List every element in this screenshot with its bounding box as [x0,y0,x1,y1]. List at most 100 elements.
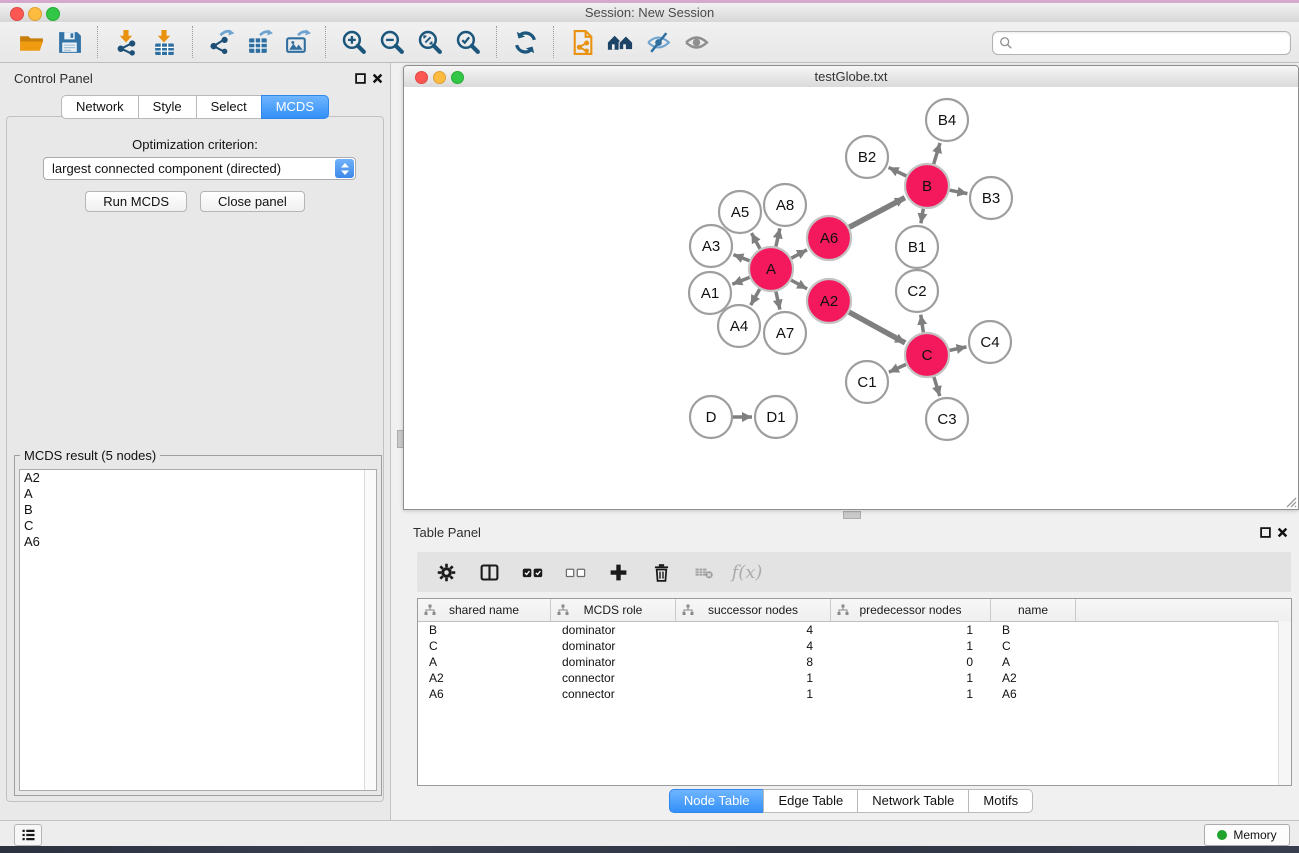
graph-node-A1[interactable]: A1 [689,272,731,314]
delete-row-button[interactable] [648,559,674,585]
column-header-filler [1076,599,1291,621]
table-cell: dominator [551,639,676,653]
dropdown-stepper-icon [335,159,354,178]
export-table-button[interactable] [240,25,278,59]
toolbar-separator [325,26,326,58]
graph-node-D1[interactable]: D1 [755,396,797,438]
table-close-icon[interactable] [1277,527,1288,538]
result-list-item[interactable]: A [20,486,376,502]
graph-node-B2[interactable]: B2 [846,136,888,178]
refresh-button[interactable] [506,25,544,59]
criterion-dropdown[interactable]: largest connected component (directed) [43,157,356,180]
graph-node-D[interactable]: D [690,396,732,438]
close-panel-button[interactable]: Close panel [200,191,305,212]
table-float-icon[interactable] [1260,527,1271,538]
table-cell: 1 [831,639,991,653]
svg-text:A: A [766,261,776,278]
graph-edge-A-A4 [751,289,760,305]
graph-edge-A-A5 [752,233,761,249]
graph-node-A4[interactable]: A4 [718,305,760,347]
column-header-shared-name[interactable]: shared name [418,599,551,621]
graph-node-C[interactable]: C [905,333,949,377]
mcds-result-title: MCDS result (5 nodes) [20,448,160,463]
memory-button[interactable]: Memory [1204,824,1290,846]
hide-annotations-button[interactable] [639,25,677,59]
graph-node-A2[interactable]: A2 [807,279,851,323]
network-document-button[interactable] [563,25,601,59]
delete-table-icon [694,562,715,583]
column-header-MCDS-role[interactable]: MCDS role [551,599,676,621]
zoom-fit-button[interactable] [411,25,449,59]
svg-text:C1: C1 [857,374,876,391]
export-image-button[interactable] [278,25,316,59]
float-panel-icon[interactable] [355,73,366,84]
graph-node-B3[interactable]: B3 [970,177,1012,219]
resize-grip-icon[interactable] [1283,494,1297,508]
zoom-selected-button[interactable] [449,25,487,59]
graph-node-A[interactable]: A [749,247,793,291]
column-header-name[interactable]: name [991,599,1076,621]
result-list-item[interactable]: B [20,502,376,518]
import-network-button[interactable] [107,25,145,59]
graph-node-B4[interactable]: B4 [926,99,968,141]
tab-edge-table[interactable]: Edge Table [763,789,858,813]
tab-select[interactable]: Select [196,95,262,119]
result-list-item[interactable]: A6 [20,534,376,550]
task-history-button[interactable] [14,824,42,846]
table-row[interactable]: Cdominator41C [418,638,1291,654]
zoom-in-button[interactable] [335,25,373,59]
tab-style[interactable]: Style [138,95,197,119]
close-panel-icon[interactable] [372,73,383,84]
result-list-item[interactable]: C [20,518,376,534]
result-list-scrollbar[interactable] [364,470,376,790]
graph-node-C3[interactable]: C3 [926,398,968,440]
search-field[interactable] [992,31,1291,55]
deselect-all-button[interactable] [562,559,588,585]
home-button[interactable] [601,25,639,59]
gear-button[interactable] [433,559,459,585]
network-canvas[interactable]: B4 B2 B B3 A5A8A6 A3 B1 A C2 A1 A2 A4A7 C4 C C1 C3 D D1 [404,87,1298,509]
graph-node-C1[interactable]: C1 [846,361,888,403]
run-mcds-button[interactable]: Run MCDS [85,191,187,212]
graph-node-A3[interactable]: A3 [690,225,732,267]
table-row[interactable]: A6connector11A6 [418,686,1291,702]
show-annotations-button[interactable] [677,25,715,59]
table-row[interactable]: Adominator80A [418,654,1291,670]
graph-node-C2[interactable]: C2 [896,270,938,312]
graph-edge-A-A6 [791,250,807,258]
split-panel-button[interactable] [476,559,502,585]
table-scrollbar[interactable] [1278,621,1291,785]
graph-node-B[interactable]: B [905,164,949,208]
zoom-out-button[interactable] [373,25,411,59]
select-all-button[interactable] [519,559,545,585]
tab-motifs[interactable]: Motifs [968,789,1033,813]
table-row[interactable]: A2connector11A2 [418,670,1291,686]
graph-node-A5[interactable]: A5 [719,191,761,233]
column-header-predecessor-nodes[interactable]: predecessor nodes [831,599,991,621]
select-all-icon [522,562,543,583]
table-row[interactable]: Bdominator41B [418,622,1291,638]
export-network-button[interactable] [202,25,240,59]
graph-node-A7[interactable]: A7 [764,312,806,354]
save-button[interactable] [50,25,88,59]
tab-node-table[interactable]: Node Table [669,789,765,813]
tab-mcds[interactable]: MCDS [261,95,329,119]
tab-network-table[interactable]: Network Table [857,789,969,813]
table-cell: 4 [676,623,831,637]
tab-network[interactable]: Network [61,95,139,119]
add-row-icon [608,562,629,583]
graph-node-A8[interactable]: A8 [764,184,806,226]
graph-edge-C-C4 [950,347,967,351]
open-folder-button[interactable] [12,25,50,59]
search-input[interactable] [1017,33,1286,53]
column-header-successor-nodes[interactable]: successor nodes [676,599,831,621]
node-table: shared nameMCDS rolesuccessor nodesprede… [417,598,1292,786]
result-list-item[interactable]: A2 [20,470,376,486]
graph-node-B1[interactable]: B1 [896,226,938,268]
import-table-button[interactable] [145,25,183,59]
graph-node-C4[interactable]: C4 [969,321,1011,363]
add-row-button[interactable] [605,559,631,585]
network-window-titlebar[interactable]: testGlobe.txt [404,66,1298,88]
graph-node-A6[interactable]: A6 [807,216,851,260]
svg-text:B: B [922,178,932,195]
